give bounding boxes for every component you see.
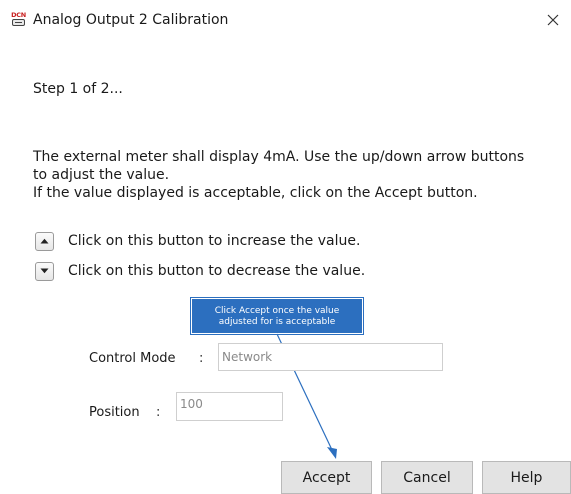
cancel-button[interactable]: Cancel [381,461,473,494]
accept-button[interactable]: Accept [281,461,372,494]
position-label: Position [89,405,140,420]
position-separator: : [156,405,161,420]
control-mode-label: Control Mode [89,351,176,366]
help-button[interactable]: Help [482,461,571,494]
callout-arrow [276,333,337,459]
control-mode-field[interactable]: Network [218,343,443,371]
control-mode-separator: : [199,351,204,366]
position-field[interactable]: 100 [176,392,283,421]
